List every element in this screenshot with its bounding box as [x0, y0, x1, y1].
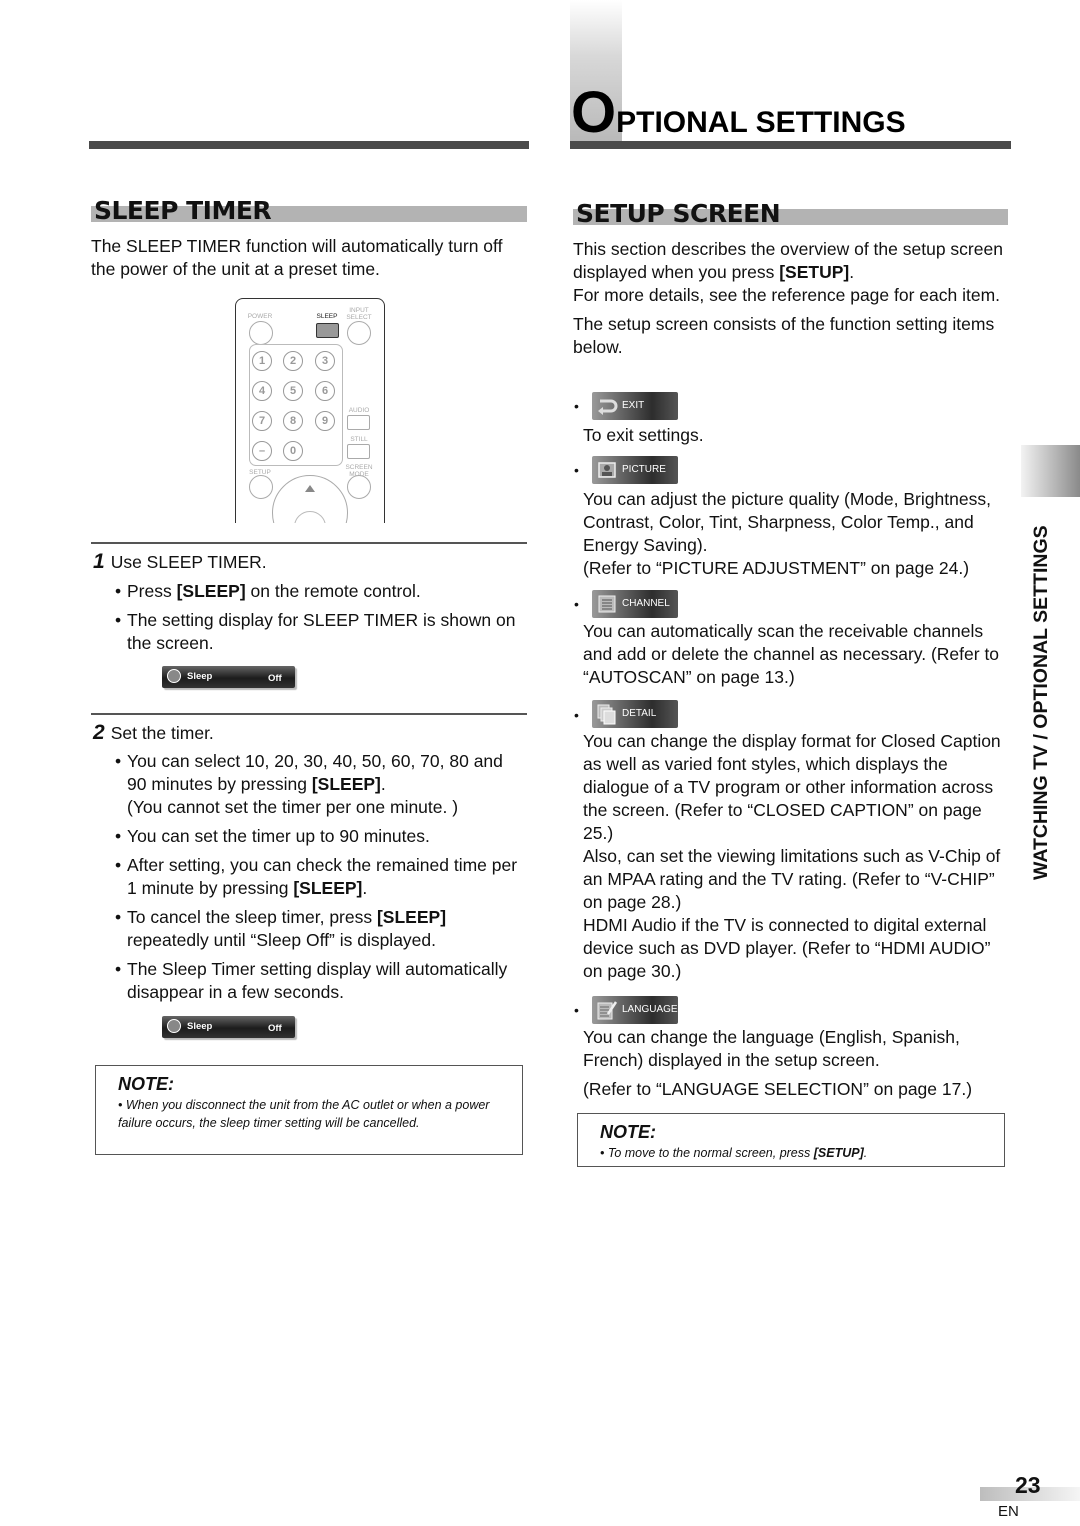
list-item: • The Sleep Timer setting display will a…	[115, 959, 508, 1002]
list-item: • You can set the timer up to 90 minutes…	[115, 826, 430, 846]
setup-note-box: NOTE: • To move to the normal screen, pr…	[577, 1113, 1005, 1167]
key-6[interactable]: 6	[315, 381, 335, 401]
picture-icon	[598, 462, 616, 478]
audio-label: AUDIO	[348, 407, 370, 414]
chapter-title-rest: PTIONAL SETTINGS	[616, 106, 906, 139]
key-5[interactable]: 5	[283, 381, 303, 401]
key-9[interactable]: 9	[315, 411, 335, 431]
menu-item-exit: EXIT	[592, 392, 678, 420]
channel-description: You can automatically scan the receivabl…	[583, 621, 1000, 687]
header-rule-left	[89, 141, 529, 149]
list-item: • The setting display for SLEEP TIMER is…	[115, 610, 516, 653]
note-title: NOTE:	[600, 1122, 656, 1142]
detail-icon	[597, 704, 616, 725]
intro-paragraph-2: For more details, see the reference page…	[573, 285, 1001, 305]
key-7[interactable]: 7	[252, 411, 272, 431]
osd-value: Off	[268, 673, 282, 684]
up-arrow-icon	[305, 485, 315, 492]
step1-bullets: • Press [SLEEP] on the remote control. •…	[91, 580, 527, 655]
list-item: • To cancel the sleep timer, press [SLEE…	[115, 907, 447, 950]
osd-value: Off	[268, 1023, 282, 1034]
list-item: • You can select 10, 20, 30, 40, 50, 60,…	[115, 751, 503, 817]
language-icon	[597, 1001, 618, 1020]
step2-bullets: • You can select 10, 20, 30, 40, 50, 60,…	[91, 750, 527, 1004]
osd-label: Sleep	[187, 671, 213, 682]
still-label: STILL	[350, 436, 368, 443]
menu-item-channel: CHANNEL	[592, 590, 678, 618]
exit-icon	[598, 399, 618, 415]
input-select-button[interactable]	[347, 321, 371, 345]
key-dash[interactable]: –	[252, 441, 272, 461]
step2-title: 2 Set the timer.	[93, 721, 214, 744]
key-4[interactable]: 4	[252, 381, 272, 401]
key-0[interactable]: 0	[283, 441, 303, 461]
list-item: • After setting, you can check the remai…	[115, 855, 518, 898]
key-2[interactable]: 2	[283, 351, 303, 371]
language-code: EN	[998, 1503, 1019, 1520]
remote-control-illustration: POWER SLEEP INPUT SELECT 1 2 3 4 5 6 7 8 …	[235, 298, 385, 523]
channel-icon	[598, 595, 616, 613]
key-1[interactable]: 1	[252, 351, 272, 371]
picture-description: You can adjust the picture quality (Mode…	[583, 489, 991, 578]
exit-description: To exit settings.	[583, 425, 704, 445]
menu-item-picture: PICTURE	[592, 456, 678, 484]
sleep-timer-title: SLEEP TIMER	[94, 196, 272, 225]
clock-icon	[167, 669, 181, 683]
input-select-label: INPUT SELECT	[346, 307, 372, 321]
step1-rule	[91, 542, 527, 544]
step1-title: 1 Use SLEEP TIMER.	[93, 550, 267, 573]
sleep-timer-intro: The SLEEP TIMER function will automatica…	[91, 236, 503, 279]
language-description: You can change the language (English, Sp…	[583, 1027, 973, 1099]
detail-description: You can change the display format for Cl…	[583, 731, 1001, 981]
list-item: • Press [SLEEP] on the remote control.	[115, 581, 421, 601]
header-rule-right	[570, 141, 1011, 149]
note-text: • When you disconnect the unit from the …	[118, 1098, 490, 1130]
key-3[interactable]: 3	[315, 351, 335, 371]
sleep-osd-banner: Sleep Off	[162, 666, 295, 688]
intro-paragraph-3: The setup screen consists of the functio…	[573, 314, 995, 357]
setup-screen-heading: SETUP SCREEN	[573, 193, 1008, 228]
setup-button[interactable]	[249, 475, 273, 499]
setup-screen-title: SETUP SCREEN	[576, 199, 781, 228]
chapter-title: OPTIONAL SETTINGS	[571, 84, 906, 142]
note-text: • To move to the normal screen, press [S…	[600, 1146, 868, 1160]
power-label: POWER	[247, 313, 273, 320]
step-number: 1	[93, 550, 105, 573]
intro-paragraph-1: This section describes the overview of t…	[573, 239, 1003, 282]
clock-icon	[167, 1019, 181, 1033]
sleep-osd-banner-2: Sleep Off	[162, 1016, 295, 1038]
menu-item-language: LANGUAGE	[592, 996, 678, 1024]
chapter-title-initial: O	[571, 80, 617, 145]
step2-rule	[91, 713, 527, 715]
screen-mode-button[interactable]	[347, 475, 371, 499]
osd-label: Sleep	[187, 1021, 213, 1032]
audio-button[interactable]	[347, 415, 370, 430]
sleep-note-box: NOTE: • When you disconnect the unit fro…	[95, 1065, 523, 1155]
setup-intro: This section describes the overview of t…	[573, 238, 1009, 359]
menu-item-detail: DETAIL	[592, 700, 678, 728]
key-8[interactable]: 8	[283, 411, 303, 431]
still-button[interactable]	[347, 444, 370, 459]
step-number: 2	[93, 721, 105, 744]
page-number: 23	[1015, 1472, 1041, 1498]
sleep-label: SLEEP	[316, 313, 338, 320]
note-title: NOTE:	[118, 1074, 174, 1094]
power-button[interactable]	[249, 321, 273, 345]
sleep-button[interactable]	[316, 323, 339, 338]
sleep-timer-heading: SLEEP TIMER	[91, 190, 527, 225]
side-tab-label: WATCHING TV / OPTIONAL SETTINGS	[1030, 525, 1052, 880]
